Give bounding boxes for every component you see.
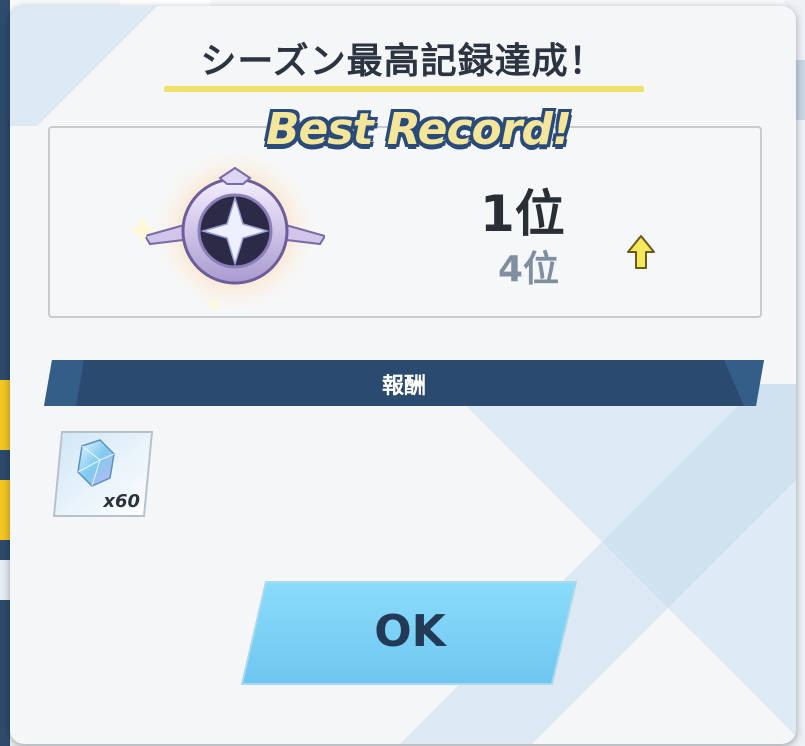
previous-rank: 4位 bbox=[498, 249, 560, 290]
rewards-header-label: 報酬 bbox=[381, 374, 426, 399]
best-record-badge: Best Record! bbox=[266, 104, 572, 155]
up-arrow-icon bbox=[626, 234, 656, 272]
ok-button-label: OK bbox=[374, 606, 446, 657]
ok-button[interactable]: OK bbox=[240, 580, 580, 688]
reward-item-count: x60 bbox=[103, 491, 140, 512]
rank-emblem-icon bbox=[125, 146, 327, 316]
rewards-header: 報酬 bbox=[44, 360, 764, 406]
reward-item[interactable]: x60 bbox=[52, 430, 154, 518]
dialog-title: シーズン最高記録達成！ bbox=[200, 41, 606, 82]
title-underline bbox=[164, 86, 644, 92]
record-dialog: シーズン最高記録達成！ Best Record! 1位 4位 報酬 x60 OK bbox=[10, 6, 796, 744]
current-rank: 1位 bbox=[480, 185, 565, 243]
